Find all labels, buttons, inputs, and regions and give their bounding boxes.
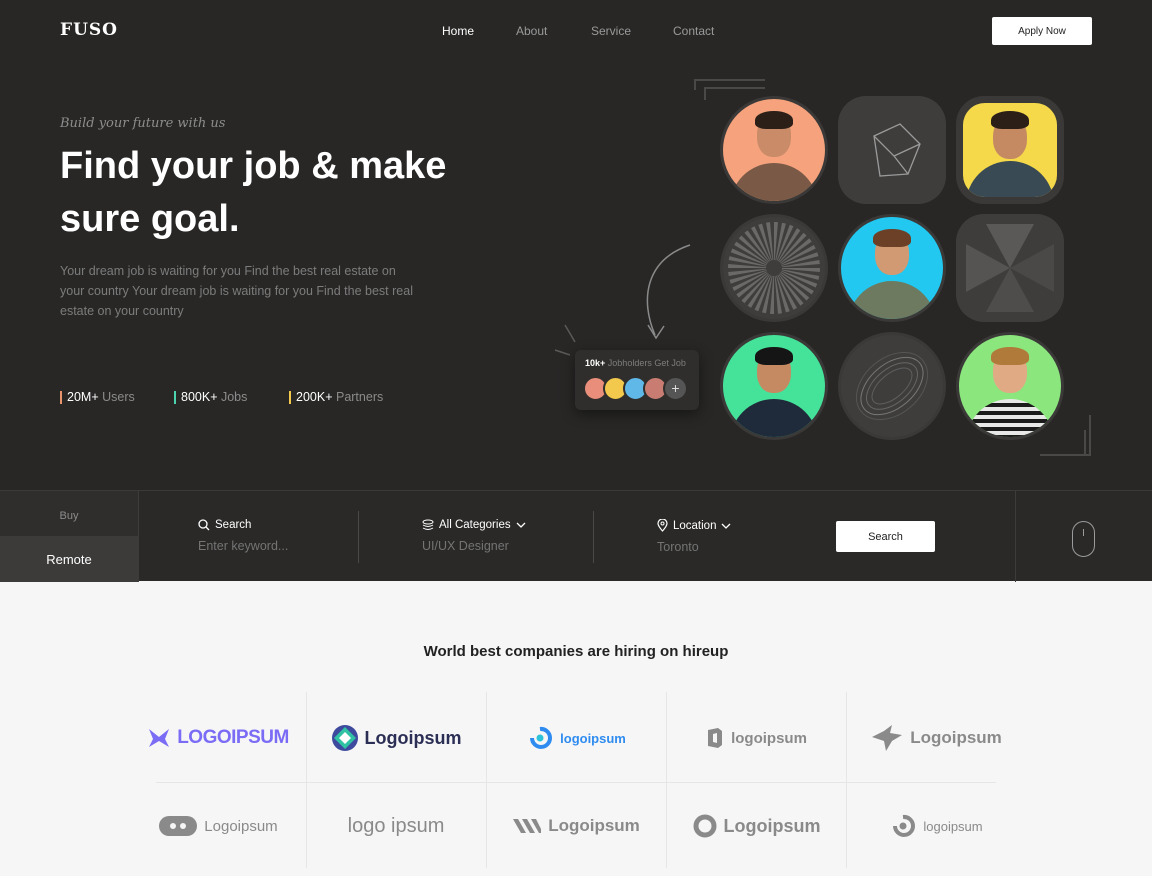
logo-text: Logoipsum [548, 816, 640, 835]
stat-unit: Users [102, 390, 135, 404]
scroll-mouse-icon[interactable] [1072, 521, 1095, 557]
pill-logo-icon [159, 816, 198, 836]
stat-unit: Jobs [220, 390, 248, 404]
search-icon [198, 519, 210, 531]
logo-text: Logoipsum [723, 815, 821, 836]
hero-description: Your dream job is waiting for you Find t… [60, 264, 413, 318]
logo-text: LOGOIPSUM [177, 727, 289, 748]
stat-unit: Partners [335, 390, 384, 404]
stat-partners: 200K+ Partners [289, 390, 383, 405]
stat-jobs: 800K+ Jobs [174, 390, 247, 405]
tab-remote[interactable]: Remote [0, 536, 138, 582]
company-logo[interactable]: logoipsum [666, 694, 846, 782]
logo-text: logoipsum [731, 729, 807, 747]
divider [593, 511, 594, 563]
stat-bar [174, 391, 176, 404]
hero-tagline: Build your future with us [60, 116, 226, 131]
nav-home[interactable]: Home [442, 24, 474, 38]
job-search-bar: Buy Remote Search Enter keyword... All C… [0, 490, 1152, 582]
logo-text: logoipsum [560, 730, 626, 746]
hourglass-shape-tile [956, 214, 1064, 322]
field-label: All Categories [439, 519, 511, 531]
logo-text: Logoipsum [204, 817, 278, 835]
sunburst-icon [728, 222, 820, 314]
cube-icon [873, 123, 921, 177]
hero-section: FUSO Home About Service Contact Apply No… [0, 0, 1152, 490]
category-value: UI/UX Designer [422, 539, 509, 553]
torus-shape [838, 332, 946, 440]
radial-burst-shape [720, 214, 828, 322]
search-input[interactable]: Enter keyword... [198, 539, 288, 553]
divider [1015, 491, 1016, 582]
nav-contact[interactable]: Contact [673, 24, 714, 38]
bird-logo-icon [872, 725, 903, 751]
company-logo[interactable]: Logoipsum [306, 694, 486, 782]
companies-heading: World best companies are hiring on hireu… [423, 643, 729, 660]
jobholders-card: 10k+ Jobholders Get Job + [575, 350, 699, 410]
ring-logo-icon [693, 814, 716, 838]
company-logo[interactable]: logo ipsum [306, 782, 486, 870]
butterfly-logo-icon [149, 729, 170, 747]
cube-shape-tile [838, 96, 946, 204]
company-logo[interactable]: Logoipsum [666, 782, 846, 870]
profile-photo [956, 96, 1064, 204]
divider [138, 491, 139, 582]
spiral-logo-icon [893, 814, 916, 837]
stat-value: 200K+ [296, 390, 333, 404]
field-label: Location [673, 519, 717, 532]
profile-photo [838, 214, 946, 322]
nav-service[interactable]: Service [591, 24, 631, 38]
diamond-logo-icon [331, 725, 358, 751]
door-logo-icon [708, 728, 723, 748]
location-dropdown[interactable]: Location Toronto [657, 519, 731, 554]
stat-value: 20M+ [67, 390, 99, 404]
jobholders-text: 10k+ Jobholders Get Job [585, 358, 686, 368]
stripes-logo-icon [513, 819, 542, 833]
category-dropdown[interactable]: All Categories UI/UX Designer [422, 519, 526, 553]
hourglass-icon [966, 224, 1054, 312]
logo-text: logoipsum [923, 818, 983, 834]
location-pin-icon [657, 519, 668, 532]
company-logo[interactable]: LOGOIPSUM [128, 694, 308, 782]
plus-icon[interactable]: + [663, 376, 688, 401]
stat-bar [289, 391, 291, 404]
field-label: Search [215, 519, 252, 531]
company-logo[interactable]: Logoipsum [846, 694, 1026, 782]
ring-icon [855, 352, 929, 420]
swirl-logo-icon [530, 726, 553, 749]
stat-users: 20M+ Users [60, 390, 135, 405]
divider [358, 511, 359, 563]
company-logo[interactable]: logoipsum [486, 694, 666, 782]
chevron-down-icon [722, 523, 731, 529]
company-logo[interactable]: Logoipsum [486, 782, 666, 870]
company-logo[interactable]: logoipsum [846, 782, 1026, 870]
stat-value: 800K+ [181, 390, 218, 404]
stat-bar [60, 391, 62, 404]
logo-text: logo ipsum [347, 814, 445, 837]
profile-photo [720, 332, 828, 440]
logo-text: Logoipsum [364, 727, 462, 748]
chevron-down-icon [516, 522, 526, 528]
profile-photo [956, 332, 1064, 440]
company-logo[interactable]: Logoipsum [128, 782, 308, 870]
search-keyword-field[interactable]: Search Enter keyword... [198, 519, 288, 553]
profile-photo [720, 96, 828, 204]
hero-headline: Find your job & make sure goal. [60, 145, 447, 240]
search-button[interactable]: Search [836, 521, 935, 552]
main-nav: Home About Service Contact [0, 24, 1152, 44]
nav-about[interactable]: About [516, 24, 547, 38]
layers-icon [422, 519, 434, 530]
tab-buy[interactable]: Buy [0, 491, 138, 536]
apply-now-button[interactable]: Apply Now [992, 17, 1092, 45]
logo-text: Logoipsum [910, 728, 1002, 747]
location-value: Toronto [657, 540, 699, 554]
